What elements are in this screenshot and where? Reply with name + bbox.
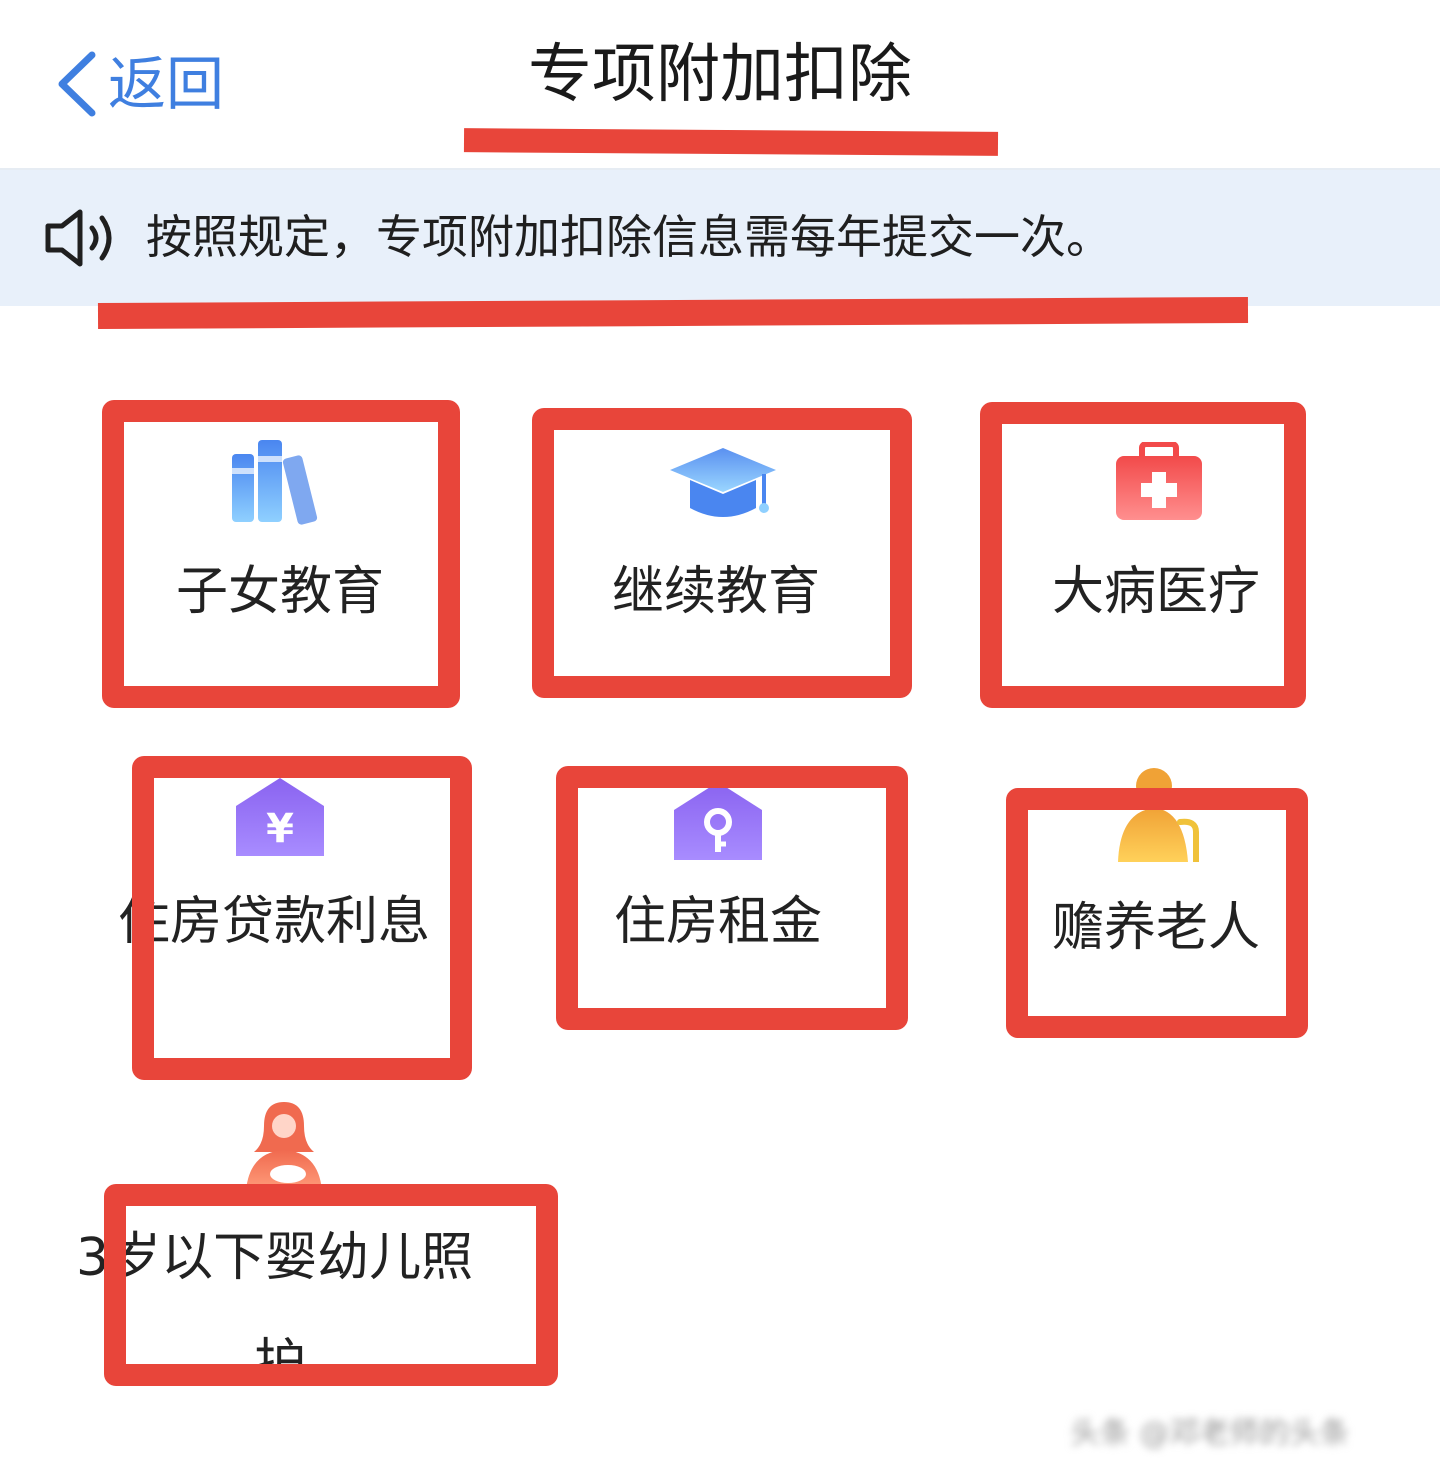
watermark: 头条 @邓老师的头条 — [1070, 1416, 1350, 1451]
annotation-box — [102, 400, 460, 708]
annotation-box — [1006, 788, 1308, 1038]
notice-text: 按照规定，专项附加扣除信息需每年提交一次。 — [146, 210, 1112, 264]
annotation-box — [532, 408, 912, 698]
notice-underline-annotation — [97, 296, 1249, 330]
speaker-icon — [45, 209, 112, 267]
annotation-box — [980, 402, 1306, 708]
annotation-box — [132, 756, 472, 1080]
notice-bar: 按照规定，专项附加扣除信息需每年提交一次。 — [0, 170, 1440, 306]
annotation-box — [104, 1184, 558, 1386]
mother-baby-icon — [246, 1102, 322, 1190]
page-title: 专项附加扣除 — [528, 38, 912, 112]
title-underline-annotation — [463, 128, 999, 156]
annotation-box — [556, 766, 908, 1030]
